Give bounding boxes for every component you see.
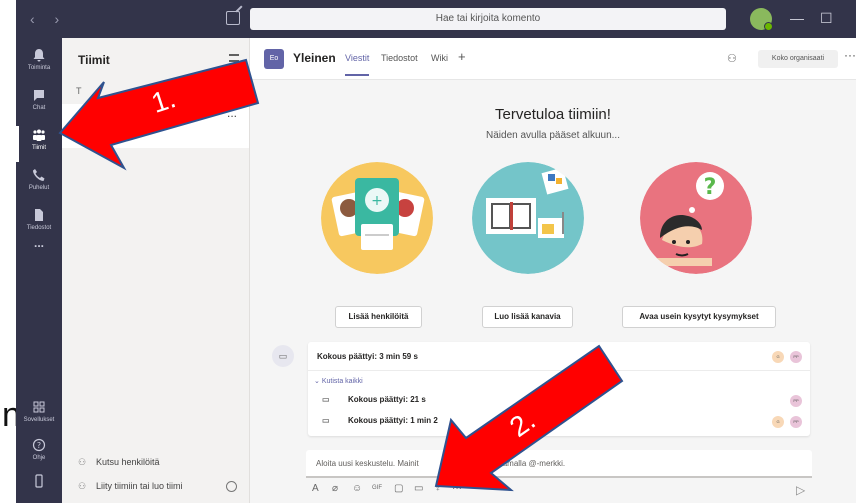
annotation-arrows: 1. 2. [58,58,624,492]
teams-window: n ‹ › Hae tai kirjoita komento — ☐ Toimi… [0,0,856,503]
